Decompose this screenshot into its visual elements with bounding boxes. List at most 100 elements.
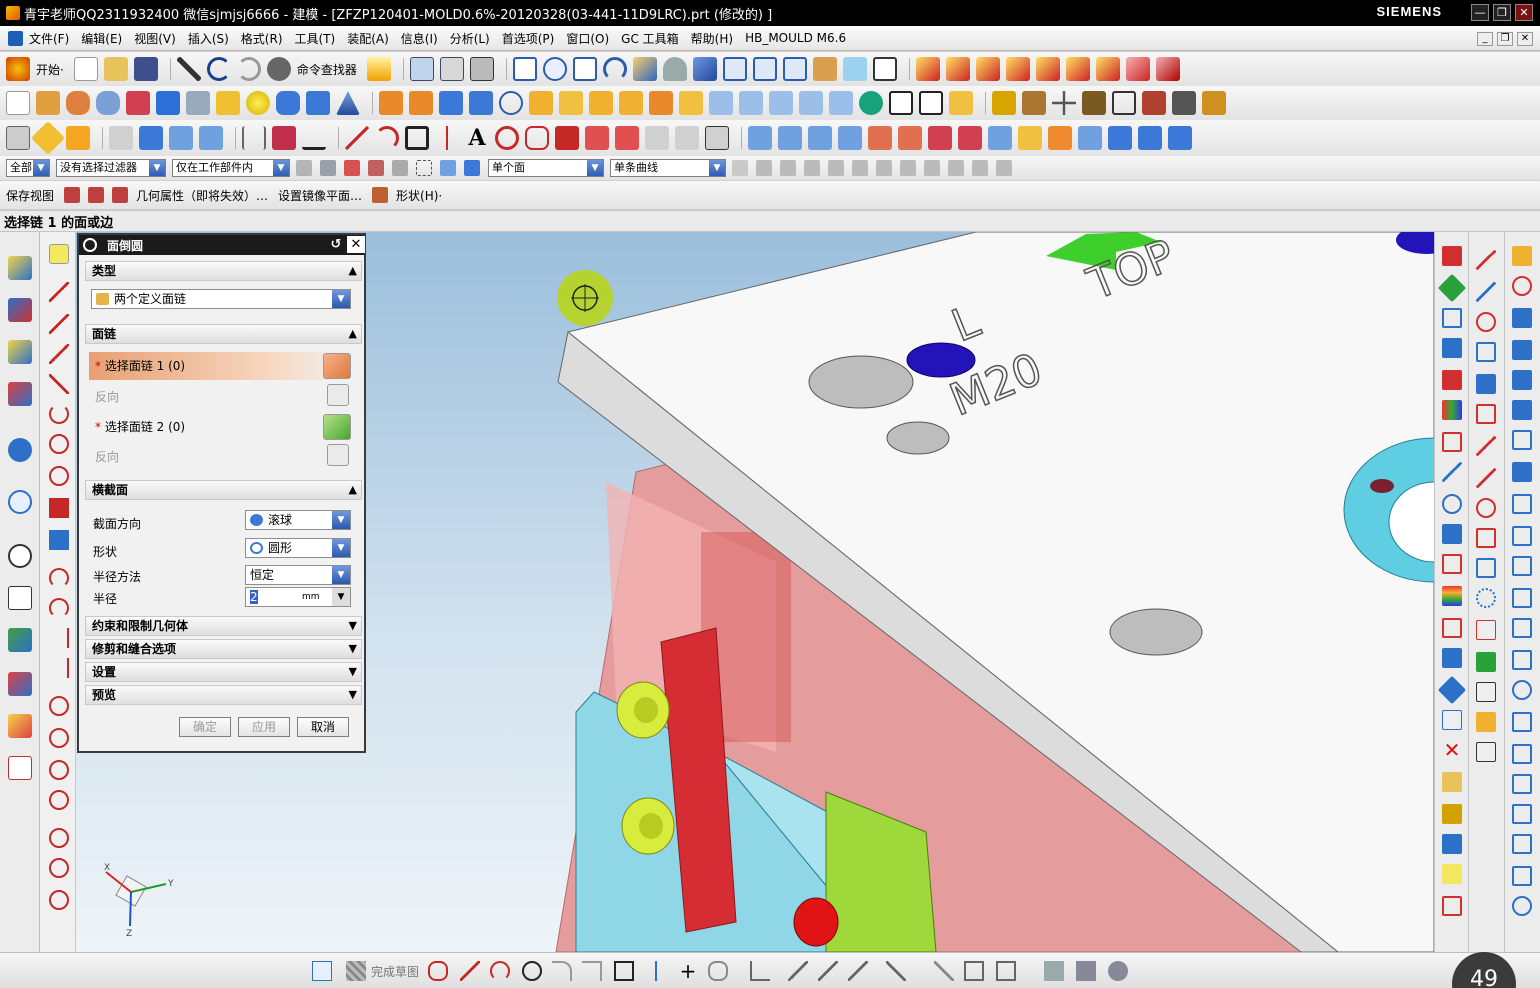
shape-icon[interactable] (372, 187, 389, 203)
profile-icon[interactable] (428, 961, 448, 981)
curve-tool-icon-5[interactable] (1476, 374, 1496, 394)
sketch-circle-tangent-icon[interactable] (49, 760, 69, 780)
curve-tool-icon-12[interactable] (1476, 588, 1496, 608)
view-iso-icon[interactable] (782, 57, 807, 81)
section-cross-section[interactable]: 横截面 ▲ (85, 480, 362, 500)
menu-insert[interactable]: 插入(S) (188, 30, 229, 47)
sketch-circle-3pt-icon[interactable] (49, 728, 69, 748)
face-chain-1-select-icon[interactable] (323, 353, 351, 379)
mold-wizard-icon-1[interactable] (915, 57, 940, 81)
properties-icon[interactable] (88, 187, 105, 203)
offset-surface-icon[interactable] (988, 126, 1012, 150)
new-file-icon[interactable] (73, 57, 98, 81)
ruled-icon[interactable] (1108, 126, 1132, 150)
sketch-circle-center-icon[interactable] (49, 790, 69, 810)
mold-wizard-icon-9[interactable] (1155, 57, 1180, 81)
sketch-arc-icon[interactable] (49, 404, 69, 424)
curve-tool-icon-8[interactable] (1476, 468, 1496, 488)
curve-tool-icon-13[interactable] (1476, 620, 1496, 640)
geometry-properties-icon[interactable] (112, 187, 129, 203)
spline-icon[interactable] (495, 126, 519, 150)
extension-icon[interactable] (1048, 126, 1072, 150)
thicken-icon[interactable] (1018, 126, 1042, 150)
curve-tool-icon-11[interactable] (1476, 558, 1496, 578)
std-part-icon-17[interactable] (1512, 744, 1532, 764)
extend-icon[interactable] (788, 961, 808, 981)
menu-window[interactable]: 窗口(O) (566, 30, 609, 47)
text-icon[interactable]: A (465, 126, 489, 150)
arc-icon[interactable] (375, 126, 399, 150)
select-general-icon[interactable] (320, 160, 336, 176)
block-icon[interactable] (156, 91, 180, 115)
mold-tool-icon-13[interactable] (1442, 618, 1462, 638)
section-view-icon[interactable] (842, 57, 867, 81)
arc-icon[interactable] (490, 961, 510, 981)
mdi-restore-button[interactable]: ❐ (1497, 32, 1513, 46)
curve-rule-combo[interactable]: 单条曲线 ▼ (610, 159, 726, 177)
curve-tool-icon-16[interactable] (1476, 712, 1496, 732)
std-part-icon-10[interactable] (1512, 526, 1532, 546)
point-icon[interactable] (139, 126, 163, 150)
line-icon[interactable] (460, 961, 480, 981)
curve-tool-icon-9[interactable] (1476, 498, 1496, 518)
save-view-button[interactable]: 保存视图 (6, 187, 54, 204)
std-part-icon-7[interactable] (1512, 430, 1532, 450)
menu-edit[interactable]: 编辑(E) (81, 30, 122, 47)
intersect-icon[interactable] (829, 91, 853, 115)
pocket-icon[interactable] (439, 91, 463, 115)
sync-pattern-icon[interactable] (1172, 91, 1196, 115)
layer-icon[interactable] (439, 57, 464, 81)
curve-tool-icon-10[interactable] (1476, 528, 1496, 548)
mold-tool-icon-6[interactable] (1442, 400, 1462, 420)
measure-icon[interactable] (272, 126, 296, 150)
point-set-icon[interactable] (169, 126, 193, 150)
rotate-icon[interactable] (602, 57, 627, 81)
select-component-icon[interactable] (368, 160, 384, 176)
mesh-surface-icon[interactable] (778, 126, 802, 150)
snap-midpoint-icon[interactable] (780, 160, 796, 176)
section-preview[interactable]: 预览 ▼ (85, 685, 362, 705)
set-mirror-plane-button[interactable]: 设置镜像平面… (278, 187, 362, 204)
zoom-window-icon[interactable] (572, 57, 597, 81)
delete-face-icon[interactable] (1112, 91, 1136, 115)
mold-tool-icon-8[interactable] (1442, 462, 1462, 482)
mold-tool-icon-15[interactable] (1437, 675, 1467, 705)
auto-constrain-icon[interactable] (964, 961, 984, 981)
mold-wizard-icon-6[interactable] (1065, 57, 1090, 81)
edge-blend-icon[interactable] (559, 91, 583, 115)
mold-wizard-icon-5[interactable] (1035, 57, 1060, 81)
std-part-icon-15[interactable] (1512, 680, 1532, 700)
trimmed-sheet-icon[interactable] (928, 126, 952, 150)
point-icon[interactable]: + (678, 961, 698, 981)
sync-replace-icon[interactable] (1052, 91, 1076, 115)
orient-view-icon[interactable] (692, 57, 717, 81)
pan-icon[interactable] (632, 57, 657, 81)
delete-icon[interactable]: ✕ (1442, 740, 1462, 760)
mold-tool-icon-7[interactable] (1442, 432, 1462, 452)
start-menu[interactable]: 开始· (36, 61, 64, 78)
circle-icon[interactable] (522, 961, 542, 981)
sync-move-icon[interactable] (992, 91, 1016, 115)
selection-filter-combo[interactable]: 没有选择过滤器 ▼ (56, 159, 166, 177)
quick-trim-icon[interactable] (848, 961, 868, 981)
snap-control-icon[interactable] (804, 160, 820, 176)
alternate-solution-icon[interactable] (1076, 961, 1096, 981)
std-part-icon-22[interactable] (1512, 896, 1532, 916)
chamfer-icon[interactable] (619, 91, 643, 115)
ok-button[interactable]: 确定 (179, 717, 231, 737)
touch-mode-icon[interactable] (366, 57, 391, 81)
split-body-icon[interactable] (739, 91, 763, 115)
face-chain-2-select-icon[interactable] (323, 414, 351, 440)
view-top-icon[interactable] (752, 57, 777, 81)
hole-icon[interactable] (379, 91, 403, 115)
group-icon[interactable] (1442, 772, 1462, 792)
studio-surface-icon[interactable] (838, 126, 862, 150)
std-part-icon-4[interactable] (1512, 340, 1532, 360)
history-icon[interactable] (8, 544, 32, 568)
select-solid-icon[interactable] (440, 160, 456, 176)
nx-menu-icon[interactable] (8, 30, 23, 46)
polygon-icon[interactable] (435, 126, 459, 150)
extrude-icon[interactable] (36, 91, 60, 115)
make-corner-icon[interactable] (818, 961, 838, 981)
section-curve-icon[interactable] (675, 126, 699, 150)
